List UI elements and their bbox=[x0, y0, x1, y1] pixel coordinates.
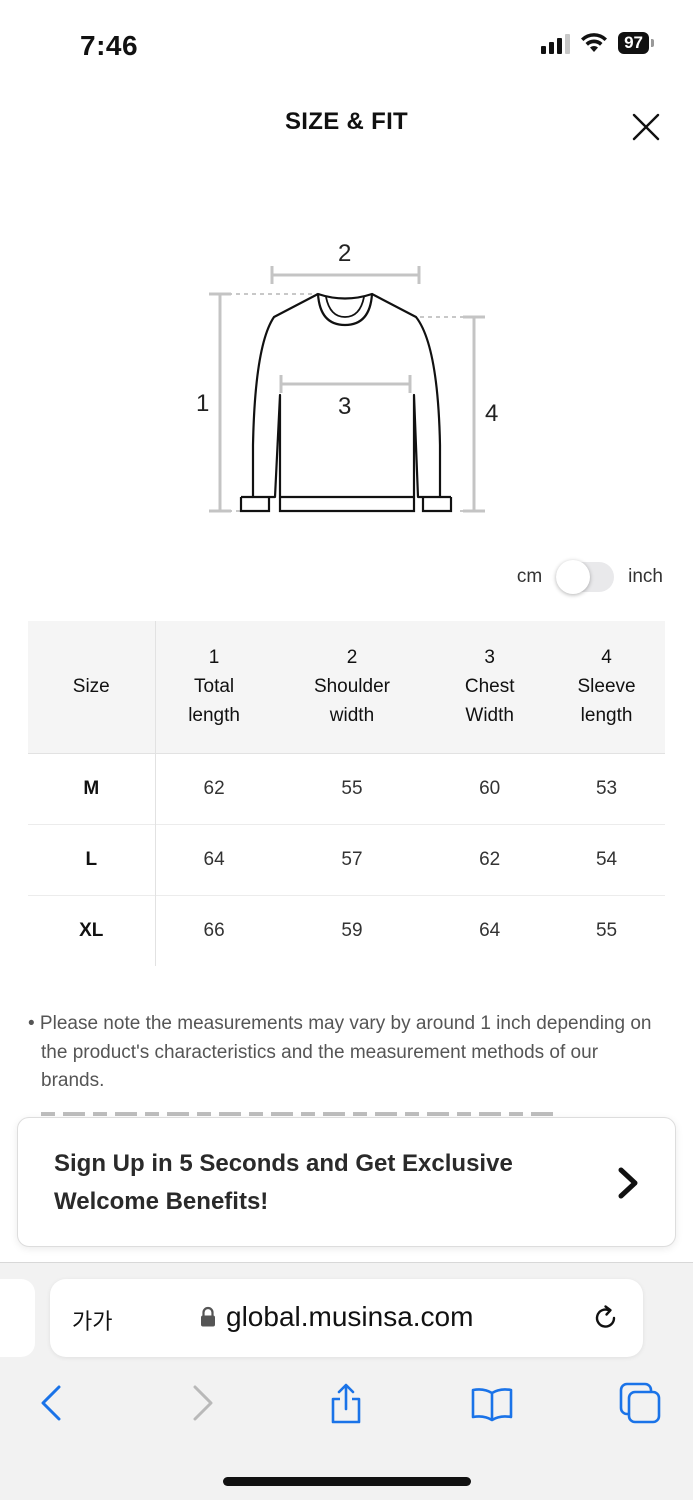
share-icon[interactable] bbox=[324, 1381, 368, 1425]
size-cell: L bbox=[28, 823, 156, 895]
column-name: Shoulder width bbox=[313, 676, 390, 727]
diagram-label-1: 1 bbox=[196, 390, 210, 417]
table-cell: 64 bbox=[155, 823, 273, 895]
size-table: Size 1 Total length 2 Shoulder width 3 Ches… bbox=[28, 621, 665, 966]
toggle-knob bbox=[556, 560, 591, 594]
size-column-header: Size bbox=[28, 621, 156, 754]
back-icon[interactable] bbox=[30, 1381, 74, 1425]
size-cell: XL bbox=[28, 894, 156, 966]
forward-icon[interactable] bbox=[180, 1381, 224, 1425]
signup-banner-text: Sign Up in 5 Seconds and Get Exclusive W… bbox=[54, 1150, 513, 1215]
diagram-label-2: 2 bbox=[338, 240, 352, 267]
table-cell: 64 bbox=[431, 894, 549, 966]
table-header-row: Size 1 Total length 2 Shoulder width 3 Ches… bbox=[28, 621, 665, 754]
column-header: 1 Total length bbox=[155, 621, 273, 754]
column-name: Sleeve length bbox=[577, 676, 636, 727]
column-number: 4 bbox=[601, 647, 612, 669]
home-indicator bbox=[223, 1477, 471, 1486]
table-cell: 62 bbox=[203, 777, 225, 799]
table-row: L 64 57 62 54 bbox=[28, 823, 665, 895]
unit-toggle[interactable] bbox=[556, 560, 615, 594]
lock-icon bbox=[201, 1306, 215, 1327]
column-header: 4 Sleeve length bbox=[548, 621, 665, 754]
bookmarks-icon[interactable] bbox=[470, 1381, 514, 1425]
reload-icon[interactable] bbox=[591, 1303, 621, 1333]
measurement-diagram: 1 2 3 4 bbox=[190, 235, 500, 525]
status-time: 7:46 bbox=[80, 30, 139, 61]
table-row: M 62 55 60 53 bbox=[28, 753, 665, 824]
unit-inch-label[interactable]: inch bbox=[628, 566, 663, 588]
unit-cm-label[interactable]: cm bbox=[517, 566, 542, 588]
previous-tab-preview[interactable] bbox=[0, 1279, 35, 1357]
wifi-icon bbox=[581, 33, 608, 52]
measurement-note: • Please note the measurements may vary … bbox=[28, 1013, 652, 1091]
table-cell: 59 bbox=[272, 894, 432, 966]
cellular-signal-icon bbox=[541, 32, 571, 54]
table-row: XL 66 59 64 55 bbox=[28, 894, 665, 966]
column-name: Total length bbox=[188, 676, 240, 727]
browser-toolbar bbox=[0, 1381, 693, 1425]
table-cell: 55 bbox=[548, 894, 665, 966]
close-icon[interactable] bbox=[631, 112, 661, 142]
sweatshirt-illustration bbox=[209, 266, 485, 513]
url-display[interactable]: global.musinsa.com bbox=[200, 1301, 473, 1333]
diagram-label-4: 4 bbox=[485, 400, 499, 427]
column-name: Chest Width bbox=[464, 676, 515, 727]
table-cell: 55 bbox=[341, 777, 363, 799]
table-cell: 54 bbox=[548, 823, 665, 895]
size-cell: M bbox=[28, 753, 156, 824]
column-number: 3 bbox=[484, 647, 495, 669]
diagram-label-3: 3 bbox=[338, 393, 352, 420]
tabs-icon[interactable] bbox=[618, 1381, 662, 1425]
table-cell: 66 bbox=[155, 894, 273, 966]
page-title: SIZE & FIT bbox=[285, 108, 408, 135]
column-number: 2 bbox=[346, 647, 358, 669]
clipped-note-line bbox=[41, 1100, 561, 1118]
table-cell: 57 bbox=[272, 823, 432, 895]
text-size-button[interactable]: 가가 bbox=[72, 1304, 112, 1336]
column-header: 3 Chest Width bbox=[431, 621, 549, 754]
column-number: 1 bbox=[208, 647, 220, 669]
chevron-right-icon bbox=[618, 1167, 638, 1199]
column-header: 2 Shoulder width bbox=[272, 621, 432, 754]
url-text: global.musinsa.com bbox=[226, 1301, 474, 1332]
browser-bar: 가가 global.musinsa.com bbox=[0, 1262, 693, 1500]
table-cell: 60 bbox=[479, 777, 501, 799]
table-cell: 53 bbox=[595, 777, 618, 799]
signup-banner[interactable]: Sign Up in 5 Seconds and Get Exclusive W… bbox=[17, 1117, 676, 1247]
address-bar[interactable]: 가가 global.musinsa.com bbox=[50, 1279, 643, 1357]
status-icons: 97 bbox=[541, 32, 654, 54]
table-cell: 62 bbox=[431, 823, 549, 895]
battery-icon: 97 bbox=[618, 32, 654, 54]
unit-toggle-row: cm inch bbox=[517, 560, 663, 594]
